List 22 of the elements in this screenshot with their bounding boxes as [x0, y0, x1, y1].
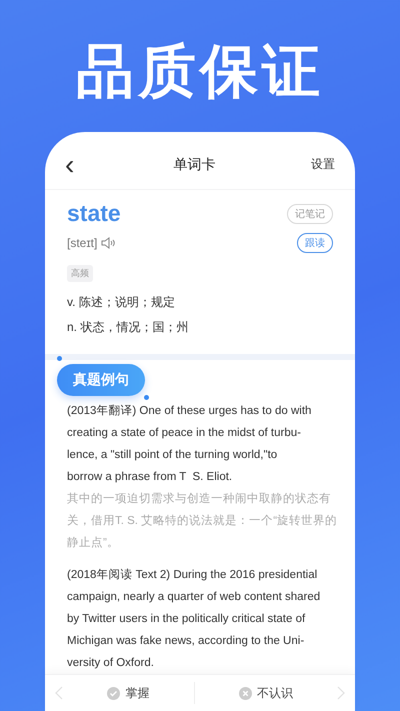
example-sentence: (2013年翻译) One of these urges has to do with creating a state of peace in the midst of turbu- lence, a "still point of the turning world,"to borrow a phrase from T S. Eliot. — [67, 404, 312, 485]
settings-button[interactable]: 设置 — [310, 156, 335, 173]
close-circle-icon — [238, 686, 252, 700]
example-sentence: (2018年阅读 Text 2) During the 2016 presidential campaign, nearly a quarter of web content shared by Twitter users in the politically critical state of Michigan was fake news, according to the Uni- versity of Oxford. — [67, 568, 322, 671]
definition: v. 陈述；说明；规定 — [67, 295, 175, 309]
know-button[interactable]: 掌握 — [107, 684, 150, 702]
headline: 品质保证 — [76, 38, 324, 107]
frequency-tag: 高频 — [67, 265, 93, 282]
speaker-icon[interactable] — [101, 237, 116, 249]
unknown-button[interactable]: 不认识 — [238, 684, 293, 702]
previous-icon[interactable] — [55, 686, 63, 700]
phonetic: [steɪt] — [67, 236, 98, 250]
next-icon[interactable] — [337, 686, 345, 700]
headword: state — [67, 200, 121, 227]
definition: n. 状态，情况；国；州 — [67, 320, 188, 334]
decoration-dot — [144, 395, 149, 400]
section-badge: 真题例句 — [57, 364, 145, 396]
example-translation: 其中的一项迫切需求与创造一种闹中取静的状态有 关，借用T. S. 艾略特的说法就是：一个“旋转世界的 静止点”。 — [67, 492, 333, 551]
nav-title: 单词卡 — [174, 156, 216, 174]
check-circle-icon — [107, 686, 120, 700]
back-button[interactable]: ‹ — [61, 150, 78, 178]
decoration-dot — [57, 356, 62, 361]
